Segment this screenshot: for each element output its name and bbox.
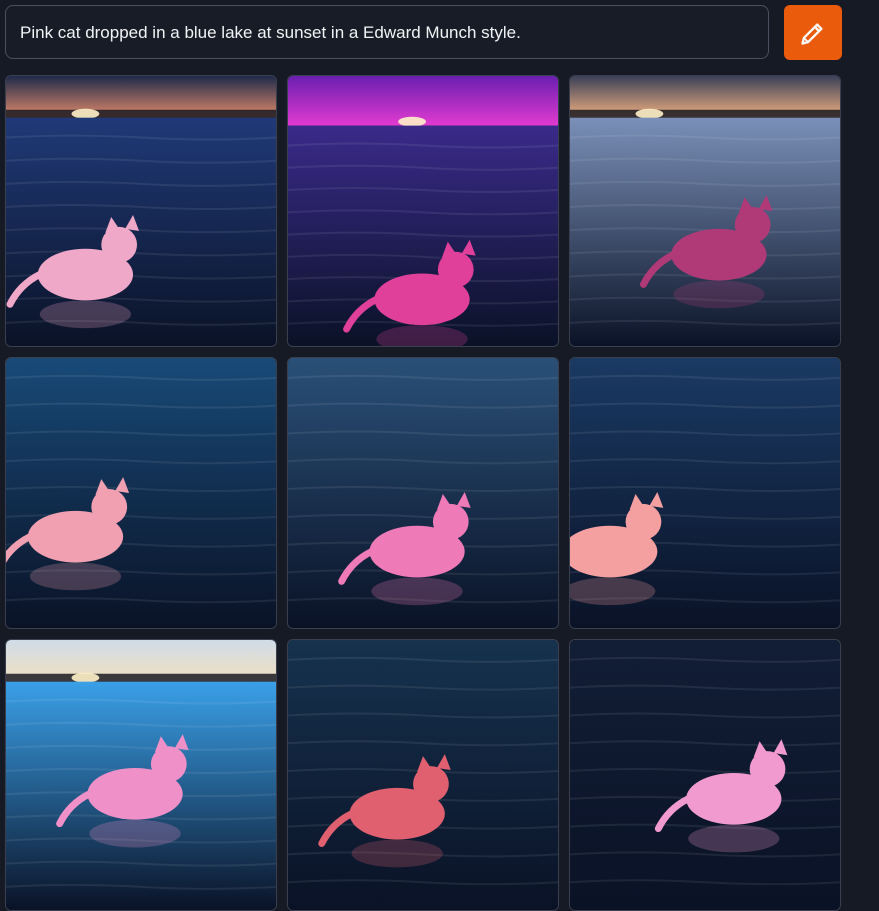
cat-lake-illustration bbox=[570, 76, 840, 346]
result-image-1[interactable] bbox=[5, 75, 277, 347]
cat-lake-illustration bbox=[6, 76, 276, 346]
pencil-icon bbox=[801, 22, 823, 45]
result-image-9[interactable] bbox=[569, 639, 841, 911]
result-image-8[interactable] bbox=[287, 639, 559, 911]
cat-lake-illustration bbox=[6, 358, 276, 628]
result-image-5[interactable] bbox=[287, 357, 559, 629]
result-image-6[interactable] bbox=[569, 357, 841, 629]
cat-lake-illustration bbox=[288, 358, 558, 628]
result-image-2[interactable] bbox=[287, 75, 559, 347]
scrollbar-track[interactable] bbox=[857, 0, 879, 849]
prompt-input[interactable]: Pink cat dropped in a blue lake at sunse… bbox=[5, 5, 769, 59]
cat-lake-illustration bbox=[288, 76, 558, 346]
result-image-3[interactable] bbox=[569, 75, 841, 347]
cat-lake-illustration bbox=[570, 358, 840, 628]
result-image-7[interactable] bbox=[5, 639, 277, 911]
cat-lake-illustration bbox=[288, 640, 558, 910]
cat-lake-illustration bbox=[6, 640, 276, 910]
edit-prompt-button[interactable] bbox=[784, 5, 842, 60]
cat-lake-illustration bbox=[570, 640, 840, 910]
result-image-4[interactable] bbox=[5, 357, 277, 629]
